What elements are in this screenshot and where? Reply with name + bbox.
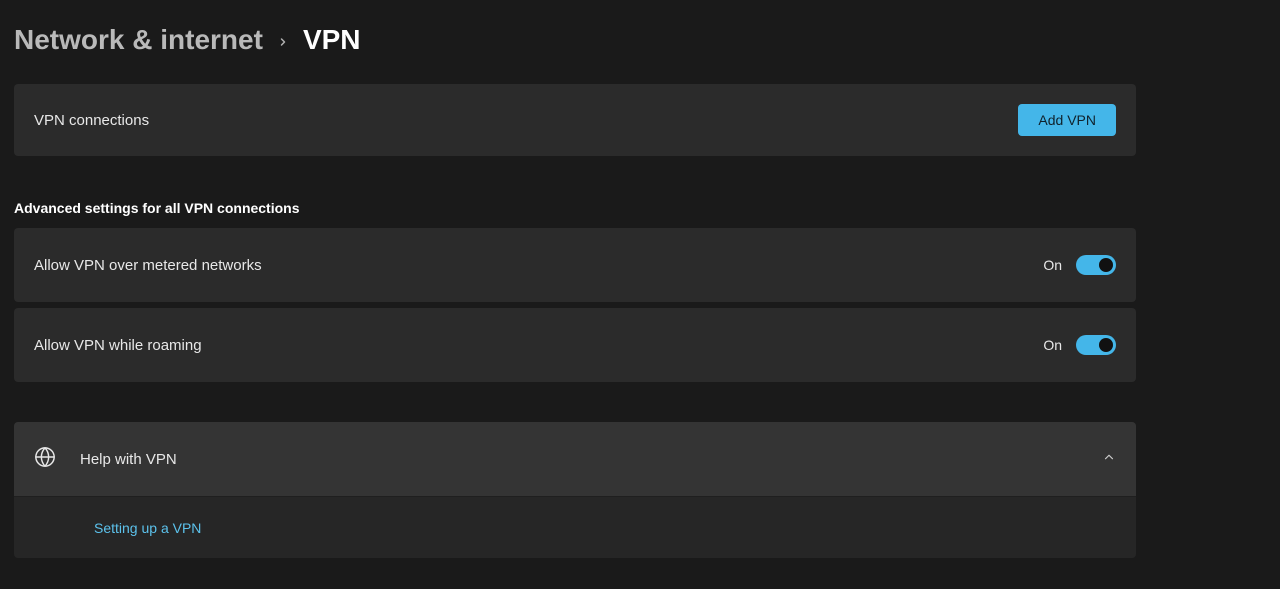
add-vpn-button[interactable]: Add VPN [1018,104,1116,136]
vpn-connections-card: VPN connections Add VPN [14,84,1136,156]
setting-up-vpn-link[interactable]: Setting up a VPN [94,520,201,536]
breadcrumb-parent[interactable]: Network & internet [14,24,263,56]
breadcrumb: Network & internet VPN [14,24,1136,56]
help-body: Setting up a VPN [14,496,1136,558]
allow-vpn-roaming-state: On [1043,337,1062,353]
allow-vpn-roaming-row: Allow VPN while roaming On [14,308,1136,382]
advanced-section-header: Advanced settings for all VPN connection… [14,200,1136,216]
help-block: Help with VPN Setting up a VPN [14,422,1136,558]
toggle-knob [1099,258,1113,272]
vpn-connections-label: VPN connections [34,112,149,129]
toggle-knob [1099,338,1113,352]
chevron-up-icon [1102,450,1116,469]
allow-vpn-roaming-toggle[interactable] [1076,335,1116,355]
chevron-right-icon [277,32,289,53]
allow-vpn-metered-toggle[interactable] [1076,255,1116,275]
globe-icon [34,446,56,473]
page-title: VPN [303,24,361,56]
allow-vpn-metered-state: On [1043,257,1062,273]
allow-vpn-roaming-label: Allow VPN while roaming [34,337,202,354]
allow-vpn-metered-label: Allow VPN over metered networks [34,257,262,274]
help-header-label: Help with VPN [80,451,177,468]
help-header[interactable]: Help with VPN [14,422,1136,496]
allow-vpn-metered-row: Allow VPN over metered networks On [14,228,1136,302]
